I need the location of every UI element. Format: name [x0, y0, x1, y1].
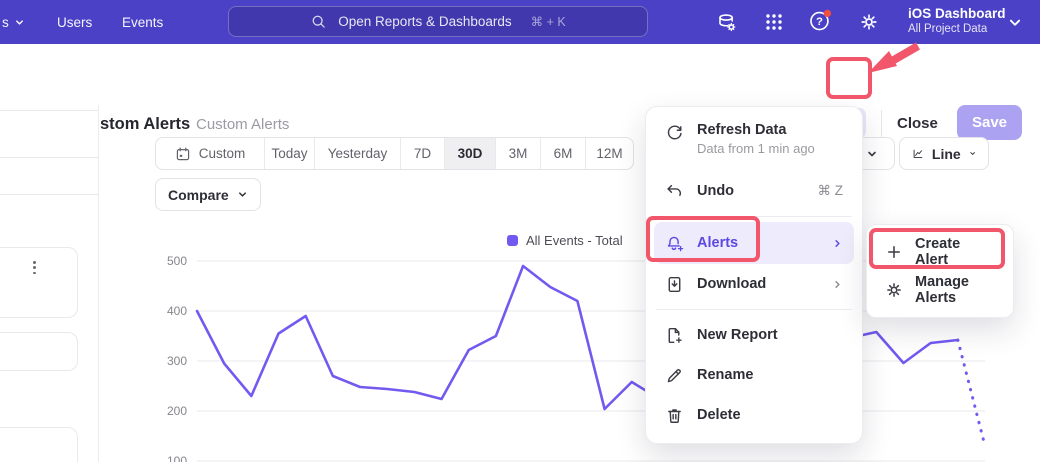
svg-text:200: 200	[167, 404, 187, 418]
alerts-submenu: Create Alert Manage Alerts	[866, 224, 1014, 318]
submenu-item-manage-alerts[interactable]: Manage Alerts	[875, 271, 1005, 309]
project-switcher[interactable]: iOS Dashboard All Project Data	[908, 5, 1006, 37]
divider	[656, 309, 852, 310]
nav-item-cut[interactable]: s	[2, 0, 25, 44]
data-management-button[interactable]	[714, 10, 738, 34]
help-button[interactable]: ?	[808, 8, 832, 32]
nav-item-events[interactable]: Events	[122, 0, 163, 44]
divider	[0, 194, 98, 195]
bell-plus-icon	[665, 234, 684, 253]
divider	[0, 157, 98, 158]
gear-icon	[885, 281, 903, 299]
left-panel	[0, 105, 99, 462]
project-name: iOS Dashboard	[908, 5, 1006, 22]
search-icon	[310, 13, 327, 30]
dashboard-card[interactable]	[0, 332, 78, 371]
gear-icon	[859, 12, 879, 32]
search-shortcut: ⌘ + K	[531, 14, 566, 29]
settings-button[interactable]	[857, 10, 881, 34]
menu-item-alerts[interactable]: Alerts	[654, 222, 854, 264]
download-icon	[665, 275, 684, 294]
range-3m[interactable]: 3M	[496, 138, 541, 169]
menu-item-download[interactable]: Download	[654, 264, 854, 304]
divider	[0, 110, 98, 111]
line-chart-icon	[912, 145, 924, 163]
range-today[interactable]: Today	[265, 138, 315, 169]
search-input[interactable]: Open Reports & Dashboards ⌘ + K	[228, 6, 648, 37]
menu-item-rename[interactable]: Rename	[654, 355, 854, 395]
menu-item-refresh-data[interactable]: Refresh Data Data from 1 min ago	[654, 115, 854, 171]
range-6m[interactable]: 6M	[541, 138, 586, 169]
breadcrumb: Custom Alerts	[196, 116, 289, 133]
svg-text:300: 300	[167, 354, 187, 368]
svg-text:400: 400	[167, 304, 187, 318]
chart-type-button[interactable]: Line	[899, 137, 989, 170]
svg-text:500: 500	[167, 254, 187, 268]
chevron-down-icon	[14, 17, 25, 28]
menu-item-label: Refresh Data	[697, 122, 815, 138]
nav-item-cut-label: s	[2, 15, 9, 30]
dashboard-card[interactable]	[0, 427, 78, 462]
chevron-down-icon	[237, 189, 248, 200]
chevron-right-icon	[832, 238, 843, 249]
chevron-down-icon	[969, 148, 976, 159]
legend-swatch	[507, 235, 518, 246]
legend-label: All Events - Total	[526, 233, 623, 248]
save-button[interactable]: Save	[957, 105, 1022, 140]
nav-item-users[interactable]: Users	[57, 0, 92, 44]
chevron-down-icon	[1008, 16, 1022, 30]
svg-text:100: 100	[167, 454, 187, 462]
kebab-menu-icon[interactable]	[33, 261, 36, 274]
divider	[881, 110, 882, 137]
chevron-down-icon	[866, 148, 878, 160]
range-30d-selected[interactable]: 30D	[445, 138, 496, 169]
svg-text:?: ?	[816, 16, 823, 28]
grid-icon	[764, 12, 784, 32]
new-report-icon	[665, 326, 684, 345]
close-button[interactable]: Close	[897, 115, 938, 132]
dashboard-card[interactable]	[0, 247, 78, 318]
undo-icon	[665, 182, 684, 201]
range-custom[interactable]: Custom	[156, 138, 265, 169]
menu-item-undo[interactable]: Undo ⌘ Z	[654, 171, 854, 211]
range-yesterday[interactable]: Yesterday	[315, 138, 401, 169]
database-gear-icon	[716, 12, 737, 33]
plus-icon	[885, 243, 903, 261]
menu-item-shortcut: ⌘ Z	[818, 183, 844, 199]
search-placeholder: Open Reports & Dashboards	[338, 14, 511, 29]
compare-button[interactable]: Compare	[155, 178, 261, 211]
notification-dot	[824, 9, 831, 16]
context-menu: Refresh Data Data from 1 min ago Undo ⌘ …	[645, 106, 863, 444]
apps-grid-button[interactable]	[762, 10, 786, 34]
chevron-right-icon	[832, 279, 843, 290]
divider	[656, 216, 852, 217]
refresh-icon	[665, 124, 684, 143]
submenu-item-create-alert[interactable]: Create Alert	[875, 233, 1005, 271]
menu-item-delete[interactable]: Delete	[654, 395, 854, 435]
help-icon: ?	[808, 8, 832, 33]
menu-item-new-report[interactable]: New Report	[654, 315, 854, 355]
top-nav: s Users Events Open Reports & Dashboards…	[0, 0, 1040, 44]
date-range-control: Custom Today Yesterday 7D 30D 3M 6M 12M	[155, 137, 634, 170]
range-12m[interactable]: 12M	[586, 138, 633, 169]
range-7d[interactable]: 7D	[401, 138, 445, 169]
app-window: 100 200 300 400 500 s Users Events Open Repo…	[0, 0, 1040, 462]
project-scope: All Project Data	[908, 22, 1006, 37]
report-header: Custom Alerts Custom Alerts GV Duplicate…	[0, 44, 1040, 105]
calendar-icon	[175, 146, 191, 162]
rename-icon	[665, 366, 684, 385]
delete-icon	[665, 406, 684, 425]
legend-item[interactable]: All Events - Total	[507, 233, 623, 248]
menu-item-subtitle: Data from 1 min ago	[697, 141, 815, 156]
